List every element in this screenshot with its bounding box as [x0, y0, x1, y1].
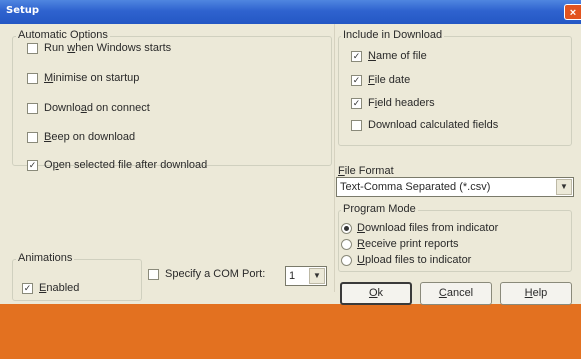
animations-label: Animations [16, 252, 75, 264]
help-button[interactable]: Help [500, 282, 572, 305]
automatic-options-group [12, 36, 332, 166]
checkbox-box[interactable] [27, 131, 38, 143]
checkbox-label: Run when Windows starts [44, 42, 172, 54]
minimise-on-startup-checkbox[interactable]: Minimise on startup [27, 72, 139, 84]
checkmark-icon[interactable]: ✓ [22, 282, 33, 294]
checkbox-label: Open selected file after download [44, 159, 208, 171]
column-divider [334, 24, 335, 292]
radio-label: Upload files to indicator [357, 254, 472, 266]
download-calculated-fields-checkbox[interactable]: Download calculated fields [351, 119, 498, 131]
checkbox-box[interactable] [148, 268, 159, 280]
file-date-checkbox[interactable]: ✓ File date [351, 74, 410, 86]
radio-label: Download files from indicator [357, 222, 499, 234]
download-on-connect-checkbox[interactable]: Download on connect [27, 102, 150, 114]
checkbox-label: Download on connect [44, 102, 150, 114]
cancel-button[interactable]: Cancel [420, 282, 492, 305]
file-format-label: File Format [338, 165, 394, 177]
radio-icon[interactable] [341, 254, 352, 266]
name-of-file-checkbox[interactable]: ✓ Name of file [351, 50, 427, 62]
open-selected-file-checkbox[interactable]: ✓ Open selected file after download [27, 159, 207, 171]
mode-download-radio[interactable]: Download files from indicator [341, 222, 498, 234]
specify-com-port-checkbox[interactable]: Specify a COM Port: [148, 268, 265, 280]
checkbox-box[interactable] [351, 119, 362, 131]
com-port-select[interactable]: 1 ▼ [285, 266, 327, 286]
setup-dialog: Setup × Automatic Options Run when Windo… [0, 0, 581, 359]
title-bar[interactable]: Setup × [0, 0, 581, 24]
checkbox-label: Beep on download [44, 131, 136, 143]
checkmark-icon[interactable]: ✓ [351, 74, 362, 86]
automatic-options-label: Automatic Options [16, 29, 110, 41]
checkbox-label: Minimise on startup [44, 72, 140, 84]
checkmark-icon[interactable]: ✓ [351, 50, 362, 62]
checkbox-label: Field headers [368, 97, 435, 109]
checkbox-box[interactable] [27, 72, 38, 84]
mode-receive-radio[interactable]: Receive print reports [341, 238, 459, 250]
checkbox-label: Specify a COM Port: [165, 268, 266, 280]
ok-button[interactable]: Ok [340, 282, 412, 305]
chevron-down-icon[interactable]: ▼ [309, 268, 325, 284]
checkbox-label: File date [368, 74, 411, 86]
checkmark-icon[interactable]: ✓ [27, 159, 38, 171]
field-headers-checkbox[interactable]: ✓ Field headers [351, 97, 435, 109]
checkmark-icon[interactable]: ✓ [351, 97, 362, 109]
beep-on-download-checkbox[interactable]: Beep on download [27, 131, 135, 143]
radio-label: Receive print reports [357, 238, 459, 250]
checkbox-label: Download calculated fields [368, 119, 499, 131]
checkbox-box[interactable] [27, 42, 38, 54]
window-title: Setup [6, 5, 40, 16]
bottom-band [0, 304, 581, 359]
radio-selected-icon[interactable] [341, 222, 352, 234]
animations-group [12, 259, 142, 301]
file-format-value: Text-Comma Separated (*.csv) [340, 181, 491, 193]
include-in-download-label: Include in Download [341, 29, 445, 41]
checkbox-label: Enabled [39, 282, 80, 294]
chevron-down-icon[interactable]: ▼ [556, 179, 572, 195]
com-port-value: 1 [289, 270, 296, 282]
checkbox-label: Name of file [368, 50, 427, 62]
checkbox-box[interactable] [27, 102, 38, 114]
radio-icon[interactable] [341, 238, 352, 250]
run-when-windows-starts-checkbox[interactable]: Run when Windows starts [27, 42, 171, 54]
animations-enabled-checkbox[interactable]: ✓ Enabled [22, 282, 79, 294]
file-format-select[interactable]: Text-Comma Separated (*.csv) ▼ [336, 177, 574, 197]
close-button[interactable]: × [564, 4, 581, 20]
mode-upload-radio[interactable]: Upload files to indicator [341, 254, 471, 266]
program-mode-label: Program Mode [341, 203, 418, 215]
